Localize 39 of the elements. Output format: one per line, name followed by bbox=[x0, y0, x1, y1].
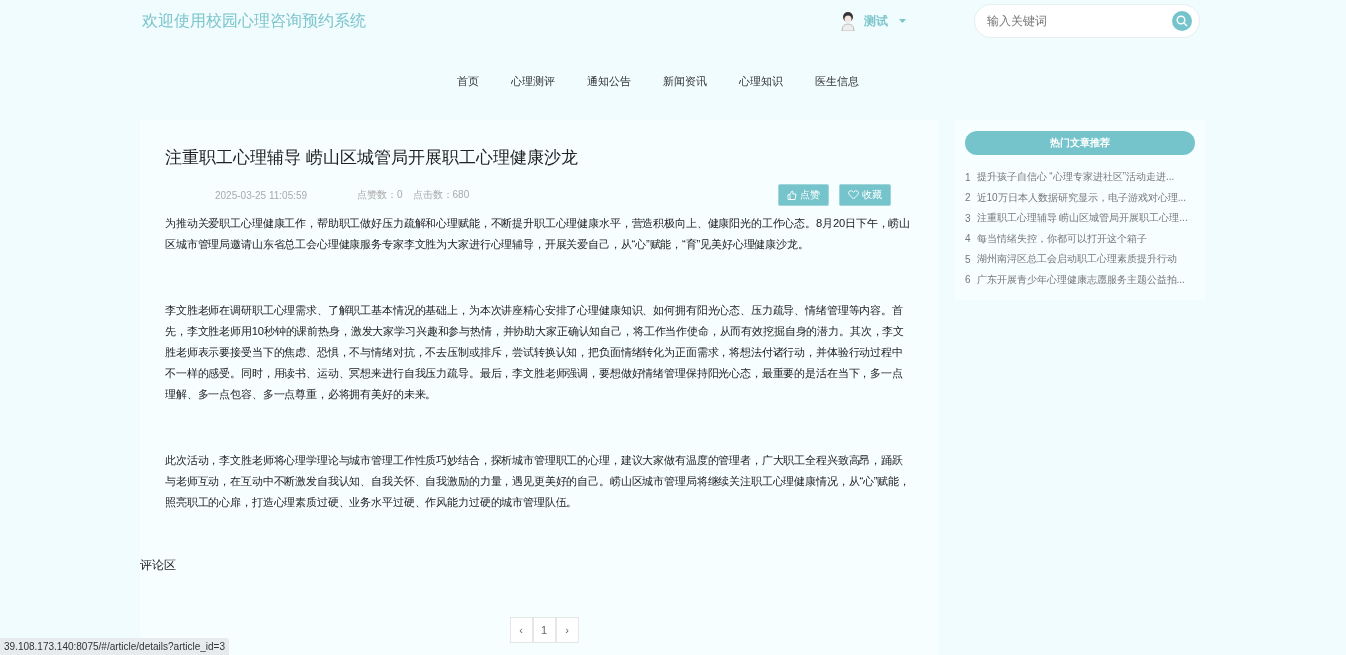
previous-page-button[interactable]: ‹ bbox=[509, 617, 533, 643]
search-box[interactable]: 输入关键词 bbox=[974, 4, 1200, 38]
avatar-icon bbox=[840, 11, 856, 31]
nav-link[interactable]: 首页 bbox=[440, 73, 495, 89]
rank-number: 6 bbox=[965, 274, 971, 286]
sidebar-heading: 热门文章推荐 bbox=[965, 131, 1195, 155]
rank-number: 4 bbox=[965, 233, 971, 245]
like-count: 点赞数：0 bbox=[357, 188, 403, 202]
site-title: 欢迎使用校园心理咨询预约系统 bbox=[142, 10, 367, 31]
nav-link[interactable]: 新闻资讯 bbox=[646, 73, 723, 89]
article-paragraph: 为推动关爱职工心理健康工作，帮助职工做好压力疏解和心理赋能，不断提升职工心理健康水平，营造积极向上、健康阳光的工作心态。8月20日下午，崂山区城市管理局邀请山东省总工会心理健康服务专家李文胜为大家进行心理辅导，开展关爱自己，从“心”赋能，“育”见美好心理健康沙龙。 bbox=[165, 216, 912, 252]
rank-number: 1 bbox=[965, 171, 971, 183]
article-link[interactable]: 广东开展青少年心理健康志愿服务主题公益拍... bbox=[976, 272, 1185, 287]
article-paragraph: 此次活动，李文胜老师将心理学理论与城市管理工作性质巧妙结合，探析城市管理职工的心理，建议大家做有温度的管理者，广大职工全程兴致高昂，踊跃与老师互动，在互动中不断激发自我认知、自我关怀、自我激励的力量，遇见更美好的自己。崂山区城市管理局将继续关注职工心理健康情况，从“心”赋能，照亮职工的心扉，打造心理素质过硬、业务水平过硬、作风能力过硬的城市管理队伍。 bbox=[165, 453, 911, 510]
article-title: 注重职工心理辅导 崂山区城管局开展职工心理健康沙龙 bbox=[165, 147, 579, 169]
page-button[interactable]: 1 bbox=[532, 617, 556, 643]
search-field[interactable]: 输入关键词 bbox=[985, 13, 1172, 29]
nav-link[interactable]: 心理测评 bbox=[494, 73, 571, 89]
click-count: 点击数：680 bbox=[412, 188, 470, 202]
comment-heading: 评论区 bbox=[140, 557, 177, 574]
rank-number: 3 bbox=[965, 212, 971, 224]
status-url: 39.108.173.140:8075/#/article/details?article_id=3 bbox=[0, 638, 229, 655]
rank-number: 5 bbox=[965, 253, 971, 265]
caret-icon[interactable] bbox=[899, 19, 906, 23]
article-link[interactable]: 近10万日本人数据研究显示，电子游戏对心理... bbox=[976, 190, 1187, 205]
heart-icon bbox=[848, 190, 859, 200]
rank-number: 2 bbox=[965, 192, 971, 204]
article-paragraph: 李文胜老师在调研职工心理需求、了解职工基本情况的基础上，为本次讲座精心安排了心理健康知识、如何拥有阳光心态、压力疏导、情绪管理等内容。首先，李文胜老师用10秒钟的课前热身，激发大家学习兴趣和参与热情，并协助大家正确认知自己，将工作当作使命，从而有效挖掘自身的潜力。其次，李文胜老师表示要接受当下的焦虑、恐惧，不与情绪对抗，不去压制或排斥，尝试转换认知，把负面情绪转化为正面需求，将想法付诸行动，并体验行动过程中不一样的感受。同时，用读书、运动、冥想来进行自我压力疏导。最后，李文胜老师强调，要想做好情绪管理保持阳光心态，最重要的是活在当下，多一点理解、多一点包容、多一点尊重，必将拥有美好的未来。 bbox=[165, 303, 906, 402]
publish-date: 2025-03-25 11:05:59 bbox=[215, 189, 309, 201]
article-link[interactable]: 提升孩子自信心 “心理专家进社区”活动走进... bbox=[976, 170, 1175, 185]
nav-link[interactable]: 医生信息 bbox=[798, 73, 875, 89]
article-link[interactable]: 湖州南浔区总工会启动职工心理素质提升行动 bbox=[976, 252, 1177, 267]
article-link[interactable]: 注重职工心理辅导 崂山区城管局开展职工心理... bbox=[976, 211, 1188, 226]
search-button[interactable] bbox=[1172, 11, 1192, 31]
thumbs-up-icon bbox=[787, 190, 797, 200]
nav-link[interactable]: 通知公告 bbox=[570, 73, 647, 89]
next-page-button[interactable]: › bbox=[555, 617, 579, 643]
article-link[interactable]: 每当情绪失控，你都可以打开这个箱子 bbox=[976, 231, 1147, 246]
nav-link[interactable]: 心理知识 bbox=[722, 73, 799, 89]
